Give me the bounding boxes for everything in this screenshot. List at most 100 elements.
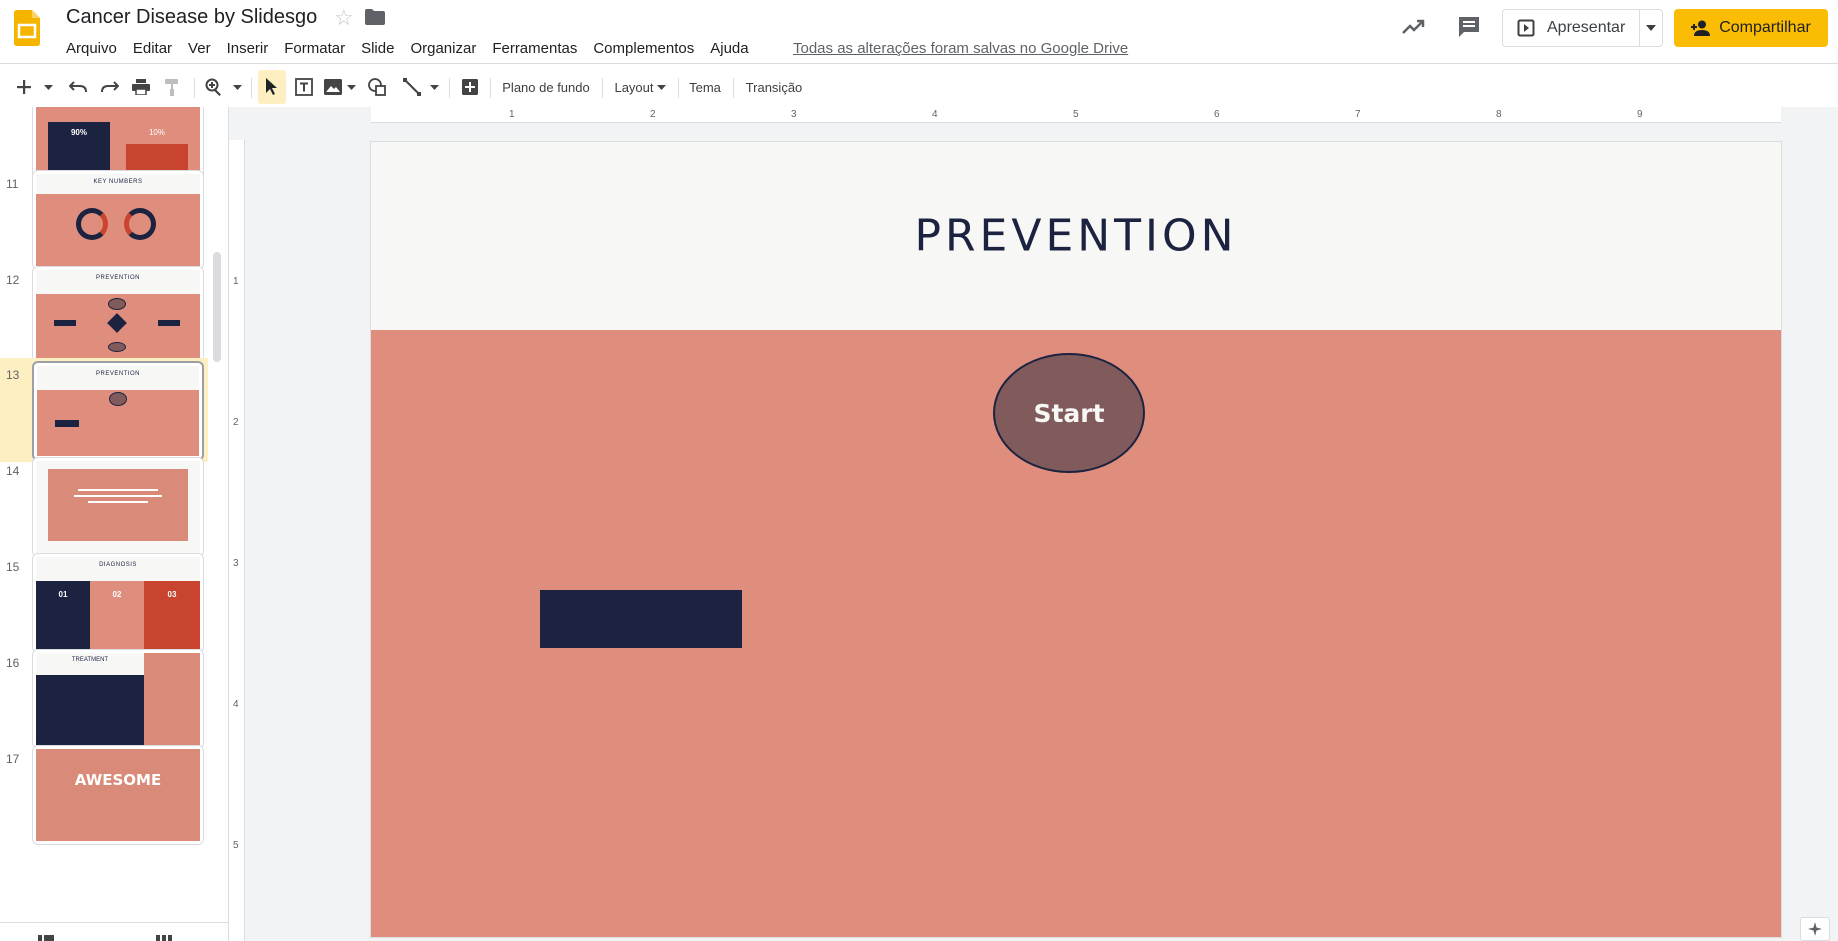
paint-format-button[interactable] [160, 70, 184, 104]
menu-arquivo[interactable]: Arquivo [58, 38, 125, 60]
folder-icon[interactable] [365, 9, 385, 25]
thumb-quote-line [78, 489, 158, 491]
line-dropdown[interactable] [428, 70, 440, 104]
save-status-link[interactable]: Todas as alterações foram salvas no Goog… [793, 38, 1128, 60]
slide-number: 15 [6, 560, 20, 574]
text-box-button[interactable] [292, 70, 316, 104]
chevron-down-icon [656, 84, 666, 90]
thumb-title: PREVENTION [95, 275, 140, 281]
thumb-stat-a: 90% [70, 128, 87, 137]
present-options-button[interactable] [1640, 10, 1662, 46]
thumbnail-canvas: TREATMENT [36, 653, 200, 745]
slide-filmstrip[interactable]: 90% 10% 11 KEY NUMBERS 12 PREVENTION 13 … [0, 107, 228, 941]
thumb-title: KEY NUMBERS [93, 179, 143, 185]
menu-ferramentas[interactable]: Ferramentas [484, 38, 585, 60]
current-slide[interactable]: PREVENTION Start [371, 142, 1781, 937]
print-button[interactable] [128, 70, 154, 104]
activity-dashboard-icon[interactable] [1400, 14, 1426, 40]
present-label: Apresentar [1547, 19, 1626, 36]
select-tool-button[interactable] [258, 70, 286, 104]
redo-icon [101, 81, 119, 93]
menu-complementos[interactable]: Complementos [585, 38, 702, 60]
add-comment-button[interactable] [458, 70, 482, 104]
print-icon [132, 79, 150, 95]
filmstrip-slide-17[interactable]: 17 AWESOME [0, 742, 208, 852]
ruler-label: 4 [233, 699, 239, 710]
slide-thumbnail[interactable]: AWESOME [32, 745, 204, 845]
slide-number: 14 [6, 464, 20, 478]
menu-ajuda[interactable]: Ajuda [702, 38, 756, 60]
redo-button[interactable] [98, 70, 122, 104]
image-dropdown[interactable] [345, 70, 357, 104]
slide-number: 16 [6, 656, 20, 670]
insert-image-button[interactable] [322, 70, 344, 104]
menu-inserir[interactable]: Inserir [219, 38, 277, 60]
horizontal-ruler[interactable]: 1 2 3 4 5 6 7 8 9 [371, 107, 1781, 123]
thumb-start-node [109, 392, 127, 406]
ruler-label: 9 [1637, 109, 1643, 120]
app-header: Cancer Disease by Slidesgo ☆ Arquivo Edi… [0, 0, 1838, 64]
star-icon[interactable]: ☆ [334, 5, 354, 31]
menu-editar[interactable]: Editar [125, 38, 180, 60]
filmstrip-slide-12[interactable]: 12 PREVENTION [0, 263, 208, 373]
thumbnail-canvas: KEY NUMBERS [36, 174, 200, 266]
slide-thumbnail[interactable] [32, 457, 204, 557]
slides-logo-icon[interactable] [14, 10, 40, 46]
toolbar-separator [194, 78, 195, 98]
ruler-label: 2 [650, 109, 656, 120]
chevron-down-icon [232, 84, 242, 90]
ruler-label: 6 [1214, 109, 1220, 120]
start-node-ellipse[interactable]: Start [993, 353, 1145, 473]
slide-thumbnail[interactable]: TREATMENT [32, 649, 204, 749]
background-button[interactable]: Plano de fundo [497, 70, 595, 104]
zoom-icon [205, 78, 221, 96]
menu-organizar[interactable]: Organizar [402, 38, 484, 60]
share-label: Compartilhar [1719, 19, 1811, 36]
shape-icon [368, 78, 386, 96]
thumb-donut-chart [124, 208, 156, 240]
ruler-label: 8 [1496, 109, 1502, 120]
transition-button[interactable]: Transição [740, 70, 808, 104]
slide-thumbnail[interactable]: DIAGNOSIS 01 02 03 [32, 553, 204, 653]
thumb-step-box [54, 320, 76, 326]
new-slide-layout-dropdown[interactable] [42, 70, 54, 104]
filmstrip-slide-11[interactable]: 11 KEY NUMBERS [0, 167, 208, 277]
ruler-label: 2 [233, 417, 239, 428]
zoom-dropdown[interactable] [231, 70, 243, 104]
document-title[interactable]: Cancer Disease by Slidesgo [66, 6, 317, 29]
filmstrip-view-icon[interactable] [38, 935, 54, 941]
slide-thumbnail-selected[interactable]: PREVENTION [32, 361, 204, 461]
filmstrip-slide-14[interactable]: 14 [0, 454, 208, 564]
new-slide-button[interactable] [12, 70, 36, 104]
grid-view-icon[interactable] [156, 935, 172, 941]
menu-slide[interactable]: Slide [353, 38, 402, 60]
zoom-button[interactable] [201, 70, 227, 104]
line-button[interactable] [400, 70, 424, 104]
explore-button[interactable] [1800, 917, 1830, 941]
filmstrip-slide-15[interactable]: 15 DIAGNOSIS 01 02 03 [0, 550, 208, 660]
slide-title[interactable]: PREVENTION [371, 211, 1781, 262]
comments-icon[interactable] [1456, 14, 1482, 40]
theme-button[interactable]: Tema [684, 70, 726, 104]
menu-formatar[interactable]: Formatar [276, 38, 353, 60]
thumbnail-canvas: AWESOME [36, 749, 200, 841]
thumb-title: TREATMENT [71, 657, 109, 663]
layout-button[interactable]: Layout [609, 70, 671, 104]
vertical-ruler[interactable]: 1 2 3 4 5 [229, 140, 245, 941]
filmstrip-slide-16[interactable]: 16 TREATMENT [0, 646, 208, 756]
present-button[interactable]: Apresentar [1503, 10, 1641, 46]
shape-button[interactable] [365, 70, 389, 104]
filmstrip-scrollbar[interactable] [213, 252, 221, 362]
chevron-down-icon [346, 84, 356, 90]
present-button-group: Apresentar [1502, 9, 1663, 47]
slide-number: 11 [6, 177, 19, 191]
menu-ver[interactable]: Ver [180, 38, 219, 60]
undo-button[interactable] [66, 70, 90, 104]
thumbnail-canvas: DIAGNOSIS 01 02 03 [36, 557, 200, 649]
share-button[interactable]: Compartilhar [1674, 9, 1828, 47]
slide-thumbnail[interactable]: KEY NUMBERS [32, 170, 204, 270]
filmstrip-slide-13[interactable]: 13 PREVENTION [0, 358, 208, 462]
slide-thumbnail[interactable]: PREVENTION [32, 266, 204, 366]
line-icon [403, 78, 421, 96]
step-box-rectangle[interactable] [540, 590, 742, 648]
